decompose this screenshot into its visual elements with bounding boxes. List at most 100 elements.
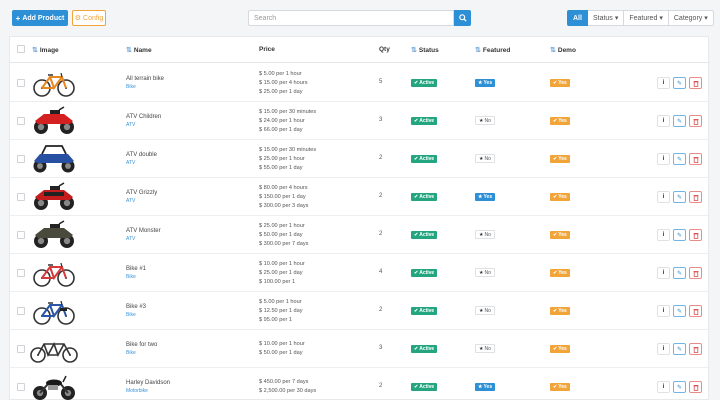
- info-button[interactable]: i: [657, 229, 670, 241]
- product-category-link[interactable]: ATV: [126, 122, 135, 128]
- product-category-link[interactable]: ATV: [126, 198, 135, 204]
- atv-red-icon: [30, 104, 78, 137]
- edit-button[interactable]: ✎: [673, 115, 686, 127]
- delete-button[interactable]: [689, 343, 702, 355]
- edit-button[interactable]: ✎: [673, 381, 686, 393]
- price-list: $ 80.00 per 4 hours $ 150.00 per 1 day $ 3…: [259, 184, 308, 211]
- delete-button[interactable]: [689, 305, 702, 317]
- delete-button[interactable]: [689, 115, 702, 127]
- row-checkbox[interactable]: [17, 231, 25, 239]
- demo-badge[interactable]: ✔ Yes: [550, 231, 570, 239]
- row-checkbox[interactable]: [17, 193, 25, 201]
- product-category-link[interactable]: ATV: [126, 160, 135, 166]
- featured-badge[interactable]: ★ Yes: [475, 383, 496, 391]
- demo-badge[interactable]: ✔ Yes: [550, 79, 570, 87]
- status-badge[interactable]: ✔ Active: [411, 79, 438, 87]
- row-checkbox[interactable]: [17, 155, 25, 163]
- status-badge[interactable]: ✔ Active: [411, 117, 438, 125]
- status-badge[interactable]: ✔ Active: [411, 345, 438, 353]
- product-category-link[interactable]: Bike: [126, 84, 136, 90]
- delete-button[interactable]: [689, 77, 702, 89]
- filter-category-dropdown[interactable]: Category ▾: [668, 10, 714, 26]
- select-all-checkbox[interactable]: [17, 45, 25, 53]
- info-button[interactable]: i: [657, 343, 670, 355]
- status-badge[interactable]: ✔ Active: [411, 307, 438, 315]
- featured-badge[interactable]: ★ No: [475, 306, 495, 315]
- product-category-link[interactable]: Bike: [126, 350, 136, 356]
- demo-badge[interactable]: ✔ Yes: [550, 345, 570, 353]
- demo-badge[interactable]: ✔ Yes: [550, 117, 570, 125]
- search-button[interactable]: [454, 10, 471, 26]
- demo-label: Yes: [558, 156, 567, 162]
- row-checkbox[interactable]: [17, 79, 25, 87]
- status-badge[interactable]: ✔ Active: [411, 155, 438, 163]
- filter-all-button[interactable]: All: [567, 10, 588, 26]
- status-badge[interactable]: ✔ Active: [411, 231, 438, 239]
- pencil-icon: ✎: [676, 346, 683, 353]
- featured-badge[interactable]: ★ No: [475, 230, 495, 239]
- edit-button[interactable]: ✎: [673, 343, 686, 355]
- price-list: $ 10.00 per 1 hour $ 25.00 per 1 day $ 100…: [259, 260, 305, 287]
- search-input[interactable]: Search: [248, 10, 454, 26]
- filter-featured-dropdown[interactable]: Featured ▾: [624, 10, 669, 26]
- info-button[interactable]: i: [657, 381, 670, 393]
- delete-button[interactable]: [689, 267, 702, 279]
- add-product-button[interactable]: + Add Product: [12, 10, 68, 26]
- price-line: $ 50.00 per 1 day: [259, 350, 303, 356]
- row-checkbox[interactable]: [17, 269, 25, 277]
- demo-badge[interactable]: ✔ Yes: [550, 155, 570, 163]
- info-button[interactable]: i: [657, 267, 670, 279]
- product-category-link[interactable]: Bike: [126, 274, 136, 280]
- product-category-link[interactable]: Motorbike: [126, 388, 148, 394]
- edit-button[interactable]: ✎: [673, 305, 686, 317]
- check-icon: ✔: [414, 80, 419, 86]
- featured-badge[interactable]: ★ Yes: [475, 193, 496, 201]
- demo-badge[interactable]: ✔ Yes: [550, 383, 570, 391]
- product-category-link[interactable]: Bike: [126, 312, 136, 318]
- status-badge[interactable]: ✔ Active: [411, 193, 438, 201]
- edit-button[interactable]: ✎: [673, 153, 686, 165]
- edit-button[interactable]: ✎: [673, 229, 686, 241]
- products-table: ⇅ Image ⇅ Name Price Qty ⇅ Status ⇅ Featured…: [9, 36, 710, 400]
- column-status[interactable]: ⇅ Status: [411, 46, 439, 55]
- featured-badge[interactable]: ★ No: [475, 116, 495, 125]
- featured-badge[interactable]: ★ No: [475, 154, 495, 163]
- info-button[interactable]: i: [657, 191, 670, 203]
- featured-badge[interactable]: ★ Yes: [475, 79, 496, 87]
- column-demo[interactable]: ⇅ Demo: [550, 46, 576, 55]
- featured-badge[interactable]: ★ No: [475, 268, 495, 277]
- row-checkbox[interactable]: [17, 383, 25, 391]
- demo-badge[interactable]: ✔ Yes: [550, 269, 570, 277]
- column-image[interactable]: ⇅ Image: [32, 46, 59, 55]
- featured-badge[interactable]: ★ No: [475, 344, 495, 353]
- toolbar: + Add Product ⚙ Config Search All Status…: [0, 0, 720, 36]
- row-checkbox[interactable]: [17, 307, 25, 315]
- trash-icon: [693, 232, 698, 239]
- filter-status-dropdown[interactable]: Status ▾: [587, 10, 625, 26]
- edit-button[interactable]: ✎: [673, 77, 686, 89]
- info-button[interactable]: i: [657, 305, 670, 317]
- row-checkbox[interactable]: [17, 117, 25, 125]
- info-button[interactable]: i: [657, 153, 670, 165]
- delete-button[interactable]: [689, 381, 702, 393]
- delete-button[interactable]: [689, 153, 702, 165]
- featured-label: No: [484, 345, 491, 352]
- sort-icon: ⇅: [475, 47, 481, 54]
- status-badge[interactable]: ✔ Active: [411, 383, 438, 391]
- delete-button[interactable]: [689, 191, 702, 203]
- row-checkbox[interactable]: [17, 345, 25, 353]
- config-button[interactable]: ⚙ Config: [72, 10, 106, 26]
- demo-badge[interactable]: ✔ Yes: [550, 307, 570, 315]
- demo-badge[interactable]: ✔ Yes: [550, 193, 570, 201]
- price-line: $ 10.00 per 1 hour: [259, 261, 305, 267]
- edit-button[interactable]: ✎: [673, 191, 686, 203]
- info-button[interactable]: i: [657, 115, 670, 127]
- column-featured[interactable]: ⇅ Featured: [475, 46, 510, 55]
- column-name[interactable]: ⇅ Name: [126, 46, 152, 55]
- product-category-link[interactable]: ATV: [126, 236, 135, 242]
- delete-button[interactable]: [689, 229, 702, 241]
- info-icon: i: [662, 232, 665, 238]
- edit-button[interactable]: ✎: [673, 267, 686, 279]
- status-badge[interactable]: ✔ Active: [411, 269, 438, 277]
- info-button[interactable]: i: [657, 77, 670, 89]
